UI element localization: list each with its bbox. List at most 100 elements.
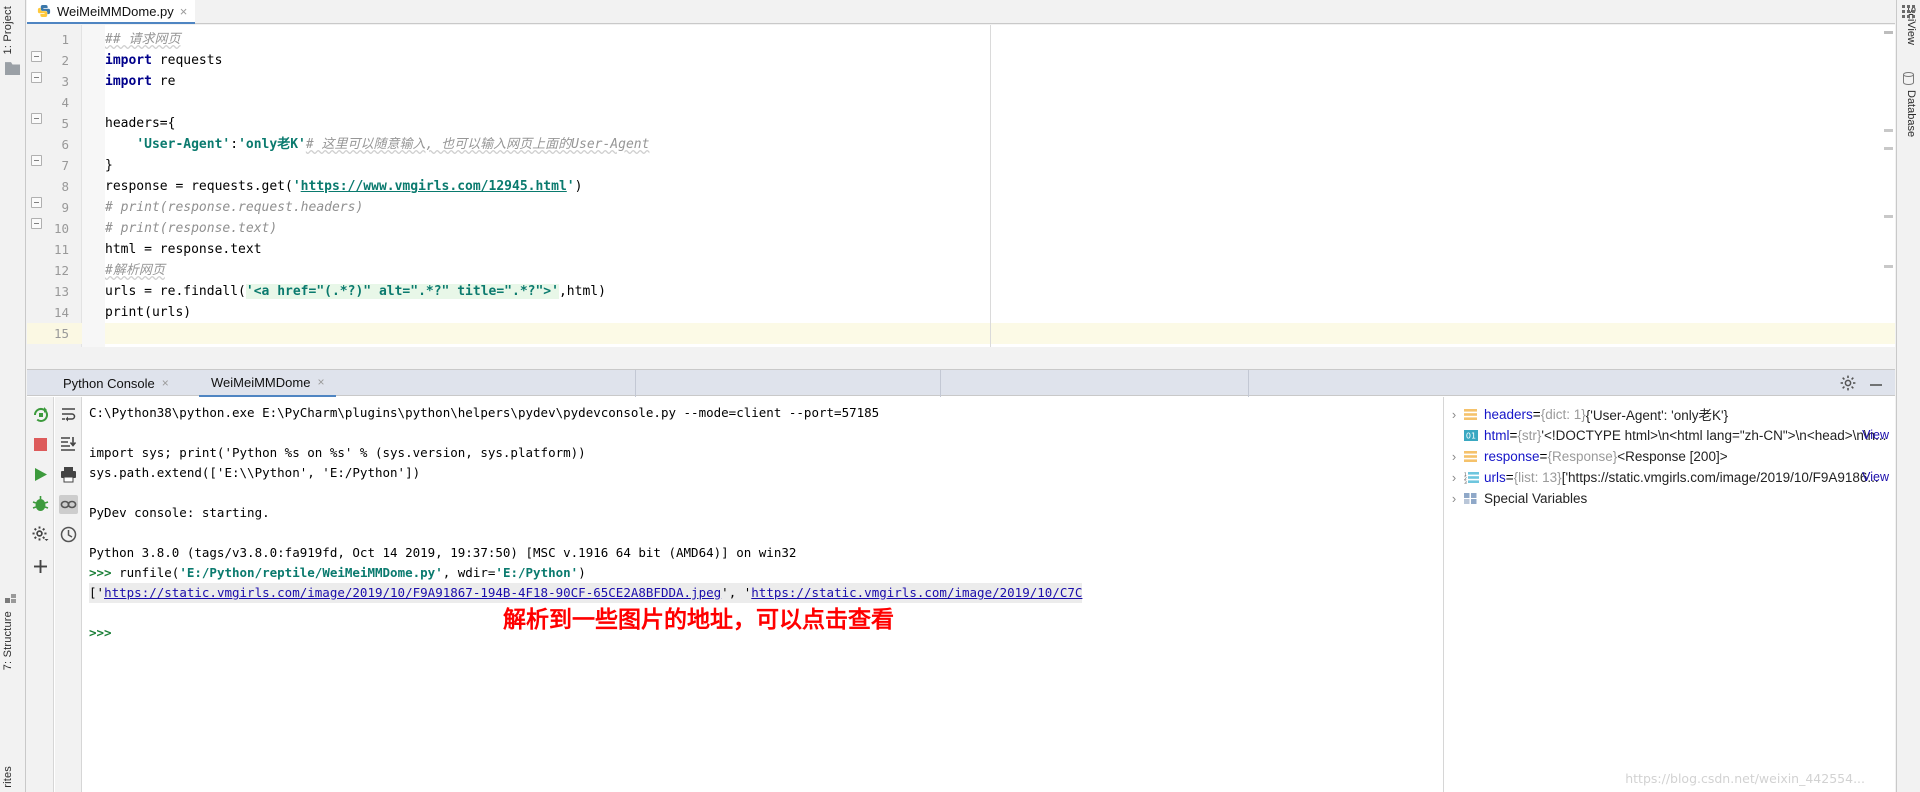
console-url-link[interactable]: https://static.vmgirls.com/image/2019/10…: [104, 585, 721, 600]
settings-icon[interactable]: [31, 525, 50, 544]
fold-marker-line3[interactable]: [31, 72, 42, 83]
variables-pane[interactable]: › headers = {dict: 1} {'User-Agent': 'onl…: [1443, 397, 1895, 792]
fold-marker-line7[interactable]: [31, 155, 42, 166]
code-token: :: [230, 137, 239, 152]
sidebar-tab-structure[interactable]: 7: Structure: [2, 611, 14, 670]
variable-type: {Response}: [1547, 448, 1618, 464]
rerun-icon[interactable]: [31, 405, 50, 424]
code-line[interactable]: # print(response.request.headers): [105, 197, 1895, 218]
add-icon[interactable]: [31, 557, 50, 576]
code-token: requests: [151, 53, 223, 68]
bottom-tool-window: Python Console × WeiMeiMMDome × 解析到一些图片的…: [27, 369, 1895, 792]
code-line[interactable]: [105, 92, 1895, 113]
line-number: 14: [53, 305, 69, 320]
variable-value: ['https://static.vmgirls.com/image/2019/…: [1561, 469, 1879, 485]
line-number: 1: [61, 32, 69, 47]
editor-fold-column[interactable]: [82, 25, 105, 347]
code-line[interactable]: [105, 323, 1895, 344]
close-icon[interactable]: ×: [180, 5, 188, 18]
console-url-link[interactable]: https://static.vmgirls.com/image/2019/10…: [751, 585, 1082, 600]
code-token: ## 请求网页: [105, 32, 181, 47]
scroll-to-end-icon[interactable]: [59, 435, 78, 454]
variable-name: response: [1484, 448, 1540, 464]
stop-icon[interactable]: [31, 435, 50, 454]
code-token[interactable]: https://www.vmgirls.com/12945.html: [301, 179, 567, 194]
fold-marker-line9[interactable]: [31, 197, 42, 208]
code-token: # print(response.text): [105, 221, 278, 236]
console-token: import sys; print('Python %s on %s' % (s…: [89, 445, 586, 460]
code-line[interactable]: urls = re.findall('<a href="(.*?)" alt="…: [105, 281, 1895, 302]
variable-value: <Response [200]>: [1617, 448, 1728, 464]
chevron-right-icon[interactable]: ›: [1444, 449, 1464, 464]
analysis-marker[interactable]: [1884, 31, 1893, 34]
chevron-right-icon[interactable]: ›: [1444, 491, 1464, 506]
console-line: C:\Python38\python.exe E:\PyCharm\plugin…: [89, 403, 879, 423]
console-output[interactable]: 解析到一些图片的地址，可以点击查看 C:\Python38\python.exe…: [83, 397, 1443, 792]
code-line[interactable]: # print(response.text): [105, 218, 1895, 239]
console-token: runfile(: [119, 565, 180, 580]
analysis-marker[interactable]: [1884, 129, 1893, 132]
database-icon: [1902, 72, 1915, 86]
view-link[interactable]: View: [1862, 470, 1889, 484]
close-icon[interactable]: ×: [317, 369, 324, 396]
console-line: PyDev console: starting.: [89, 503, 270, 523]
structure-grid-icon[interactable]: [5, 592, 20, 607]
editor-tab-weimeimmdome[interactable]: WeiMeiMMDome.py ×: [27, 0, 196, 24]
code-token: re: [151, 74, 176, 89]
code-token: ,html): [558, 284, 606, 299]
code-line[interactable]: import re: [105, 71, 1895, 92]
view-link[interactable]: View: [1862, 428, 1889, 442]
code-line[interactable]: response = requests.get('https://www.vmg…: [105, 176, 1895, 197]
annotation-text: 解析到一些图片的地址，可以点击查看: [503, 607, 894, 633]
code-token: # 这里可以随意输入, 也可以输入网页上面的User-Agent: [305, 137, 650, 152]
editor-right-margin: [990, 25, 991, 347]
code-token: import: [105, 74, 152, 89]
close-icon[interactable]: ×: [162, 370, 169, 397]
code-line[interactable]: print(urls): [105, 302, 1895, 323]
code-token: urls = re.findall(: [105, 284, 246, 299]
show-variables-icon[interactable]: [59, 495, 78, 514]
tab-separator: [1248, 370, 1249, 397]
soft-wrap-icon[interactable]: [59, 405, 78, 424]
console-line: >>>: [89, 623, 112, 643]
pycharm-window: 1: Project 7: Structure rites SciView Da…: [0, 0, 1920, 792]
code-line[interactable]: #解析网页: [105, 260, 1895, 281]
fold-marker-line2[interactable]: [31, 51, 42, 62]
code-token: html = response.text: [105, 242, 262, 257]
minimize-icon[interactable]: [1867, 374, 1885, 392]
sidebar-tab-project[interactable]: 1: Project: [2, 6, 14, 54]
debug-icon[interactable]: [31, 495, 50, 514]
editor-code-area[interactable]: ## 请求网页 import requests import re headers={…: [105, 25, 1895, 347]
code-line[interactable]: ## 请求网页: [105, 29, 1895, 50]
print-icon[interactable]: [59, 465, 78, 484]
variable-name: urls: [1484, 469, 1506, 485]
gear-icon[interactable]: [1839, 374, 1857, 392]
variable-value: '<!DOCTYPE html>\n<html lang="zh-CN">\n<…: [1541, 427, 1887, 443]
history-icon[interactable]: [59, 525, 78, 544]
grid-menu-icon[interactable]: [1901, 4, 1916, 19]
code-editor[interactable]: ## 请求网页 import requests import re headers={…: [27, 25, 1895, 347]
code-line[interactable]: headers={: [105, 113, 1895, 134]
chevron-right-icon[interactable]: ›: [1444, 407, 1464, 422]
console-token: , wdir=: [442, 565, 496, 580]
variable-row[interactable]: › Special Variables: [1444, 485, 1895, 511]
code-line[interactable]: html = response.text: [105, 239, 1895, 260]
analysis-marker[interactable]: [1884, 215, 1893, 218]
run-icon[interactable]: [31, 465, 50, 484]
analysis-marker[interactable]: [1884, 265, 1893, 268]
code-line[interactable]: import requests: [105, 50, 1895, 71]
sidebar-tab-database[interactable]: Database: [1905, 90, 1917, 137]
code-line[interactable]: 'User-Agent':'only老K'# 这里可以随意输入, 也可以输入网页…: [105, 134, 1895, 155]
fold-marker-line10[interactable]: [31, 218, 42, 229]
code-line[interactable]: }: [105, 155, 1895, 176]
console-token: >>>: [89, 625, 112, 640]
console-token: [': [89, 585, 105, 600]
tab-python-console[interactable]: Python Console ×: [51, 370, 181, 397]
fold-marker-line5[interactable]: [31, 113, 42, 124]
analysis-marker[interactable]: [1884, 147, 1893, 150]
folder-icon[interactable]: [5, 62, 20, 75]
chevron-right-icon[interactable]: ›: [1444, 470, 1464, 485]
code-token: ): [574, 179, 583, 194]
tab-weimeimmdome[interactable]: WeiMeiMMDome ×: [199, 369, 337, 397]
sidebar-tab-favorites[interactable]: rites: [2, 766, 14, 788]
